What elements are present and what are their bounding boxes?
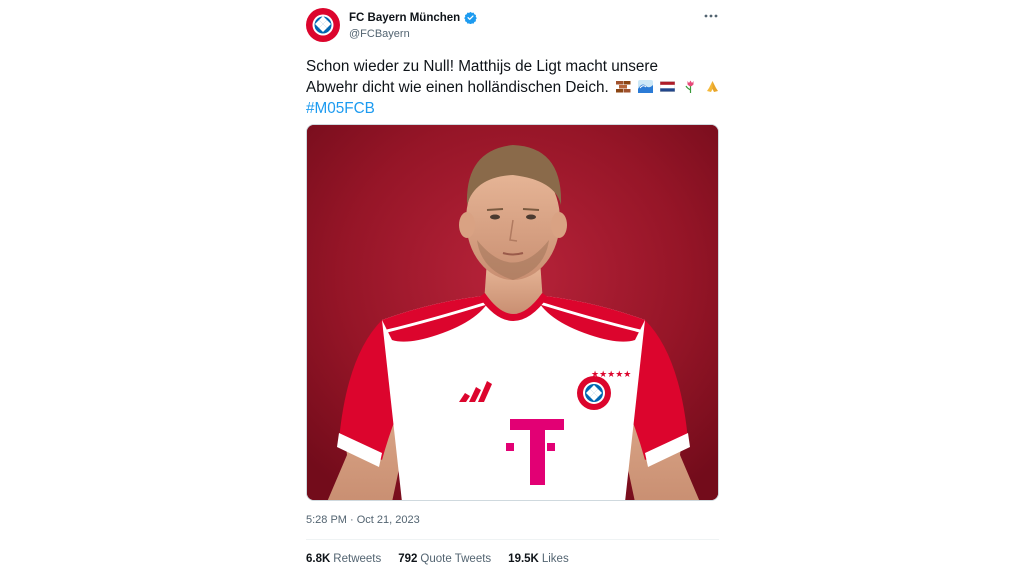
hashtag-link[interactable]: #M05FCB (306, 98, 726, 119)
tulip-emoji (683, 78, 698, 93)
retweets-label: Retweets (333, 553, 382, 565)
netherlands-flag-emoji (660, 78, 676, 92)
divider (306, 539, 719, 540)
tweet-card: FC Bayern München @FCBayern Schon wieder… (306, 0, 720, 576)
likes-label: Likes (541, 553, 569, 565)
tweet-media[interactable]: ★★★★★ (306, 124, 719, 501)
player-photo: ★★★★★ (307, 125, 718, 500)
tweet-text-line-2-content: Abwehr dicht wie einen holländischen Dei… (306, 79, 609, 96)
tweet-timestamp[interactable]: 5:28 PM · Oct 21, 2023 (306, 514, 420, 526)
wave-emoji (638, 78, 654, 93)
tweet-stats: 6.8K Retweets 792 Quote Tweets 19.5K Likes (306, 553, 569, 565)
tweet-text-line-2: Abwehr dicht wie einen holländischen Dei… (306, 77, 726, 98)
tweet-header: FC Bayern München @FCBayern (306, 8, 720, 44)
quote-tweets-stat[interactable]: 792 Quote Tweets (398, 553, 491, 565)
fc-bayern-crest-icon (307, 9, 339, 41)
more-dots-icon[interactable] (702, 8, 720, 24)
brick-emoji (615, 78, 631, 93)
quote-tweets-count: 792 (398, 553, 418, 565)
author-name-row[interactable]: FC Bayern München (349, 11, 478, 24)
tweet-text-line-1: Schon wieder zu Null! Matthijs de Ligt m… (306, 58, 659, 75)
retweets-count: 6.8K (306, 553, 331, 565)
folded-hands-emoji (705, 78, 720, 92)
author-display-name[interactable]: FC Bayern München (349, 12, 460, 24)
tweet-text: Schon wieder zu Null! Matthijs de Ligt m… (306, 56, 726, 119)
author-handle[interactable]: @FCBayern (349, 28, 410, 40)
avatar[interactable] (306, 8, 340, 42)
retweets-stat[interactable]: 6.8K Retweets (306, 553, 381, 565)
verified-badge-icon (464, 11, 478, 24)
likes-count: 19.5K (508, 553, 539, 565)
quote-tweets-label: Quote Tweets (420, 553, 492, 565)
likes-stat[interactable]: 19.5K Likes (508, 553, 569, 565)
